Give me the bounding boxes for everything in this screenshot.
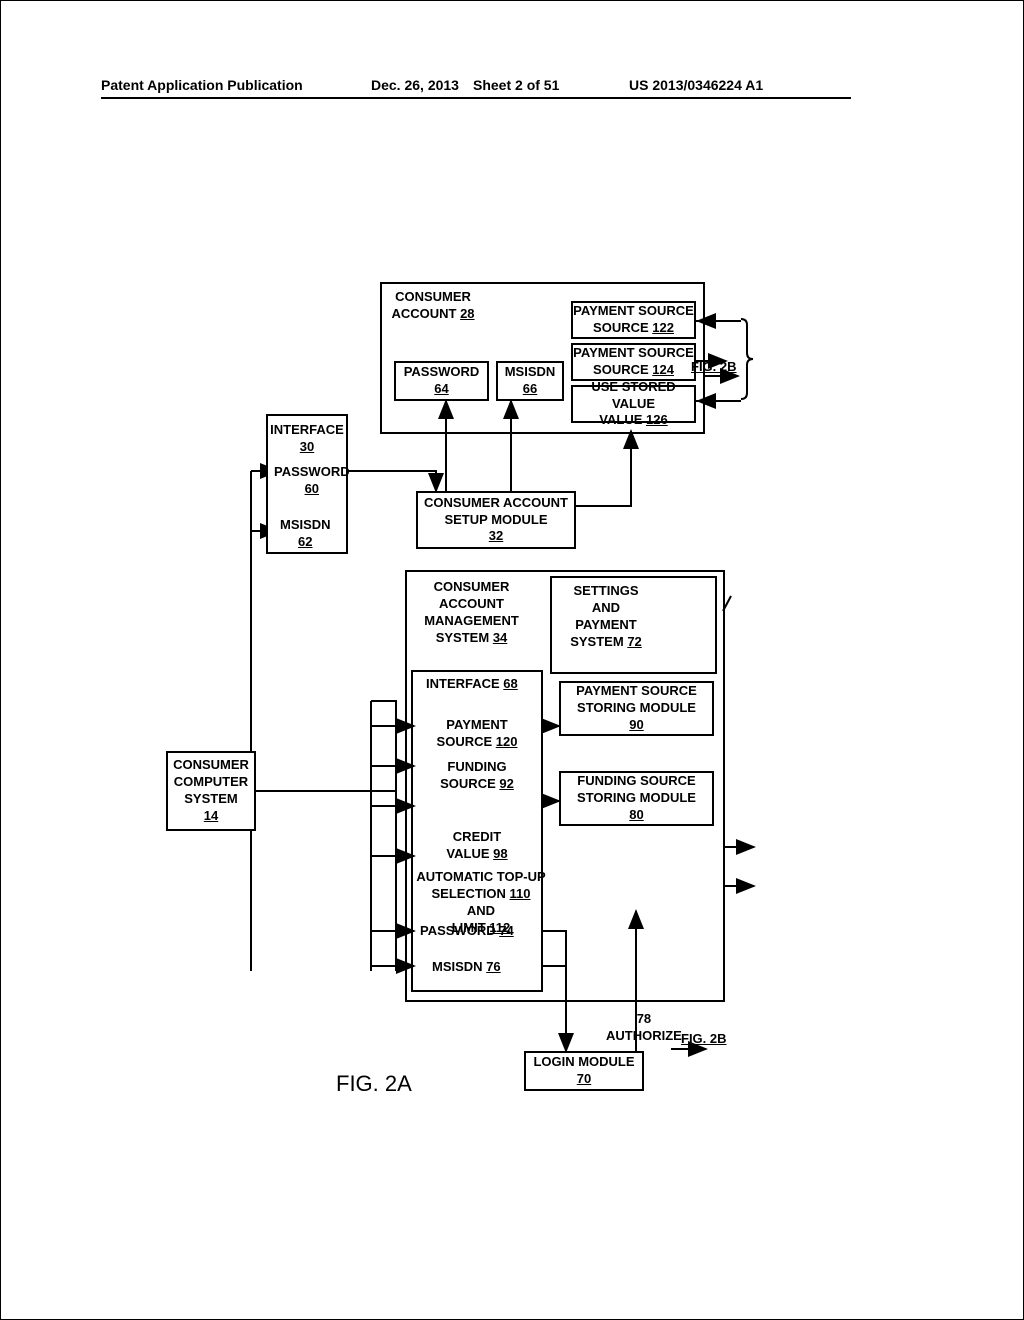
box-login-module-70: LOGIN MODULE70 — [524, 1051, 644, 1091]
label-cams-34: CONSUMER ACCOUNT MANAGEMENT SYSTEM 34 — [414, 579, 529, 647]
header-rule — [101, 97, 851, 99]
figure-label-2a: FIG. 2A — [336, 1071, 412, 1097]
header-date: Dec. 26, 2013 — [371, 77, 459, 93]
label-authorize-78: 78AUTHORIZE — [606, 1011, 682, 1045]
field-funding-source-92: FUNDINGSOURCE 92 — [422, 759, 532, 793]
consumer-account-label: CONSUMER ACCOUNT 28 — [388, 289, 478, 323]
field-msisdn-62: MSISDN62 — [280, 517, 331, 551]
label-settings-payment-72: SETTINGS AND PAYMENT SYSTEM 72 — [561, 583, 651, 651]
field-password-74: PASSWORD 74 — [420, 923, 514, 940]
diagram-container: CONSUMER ACCOUNT 28 PASSWORD64 MSISDN66 … — [136, 271, 756, 1121]
header-sheet: Sheet 2 of 51 — [473, 77, 559, 93]
figure-ref-2b-top: FIG. 2B — [691, 359, 737, 374]
field-msisdn-76: MSISDN 76 — [432, 959, 501, 976]
field-password-60: PASSWORD60 — [274, 464, 350, 498]
box-payment-source-122: PAYMENT SOURCESOURCE 122 — [571, 301, 696, 339]
box-payment-source-124: PAYMENT SOURCESOURCE 124 — [571, 343, 696, 381]
figure-ref-2b-bottom: FIG. 2B — [681, 1031, 727, 1046]
field-credit-value-98: CREDITVALUE 98 — [432, 829, 522, 863]
box-payment-source-storing-90: PAYMENT SOURCESTORING MODULE90 — [559, 681, 714, 736]
box-setup-module-32: CONSUMER ACCOUNT SETUP MODULE32 — [416, 491, 576, 549]
header-publication: Patent Application Publication — [101, 77, 303, 93]
box-consumer-computer-14: CONSUMER COMPUTER SYSTEM14 — [166, 751, 256, 831]
box-funding-source-storing-80: FUNDING SOURCESTORING MODULE80 — [559, 771, 714, 826]
label-interface-68: INTERFACE 68 — [426, 676, 518, 693]
box-msisdn-66: MSISDN66 — [496, 361, 564, 401]
box-password-64: PASSWORD64 — [394, 361, 489, 401]
box-use-stored-value-126: USE STORED VALUEVALUE 126 — [571, 385, 696, 423]
header-number: US 2013/0346224 A1 — [629, 77, 763, 93]
field-payment-source-120: PAYMENTSOURCE 120 — [422, 717, 532, 751]
